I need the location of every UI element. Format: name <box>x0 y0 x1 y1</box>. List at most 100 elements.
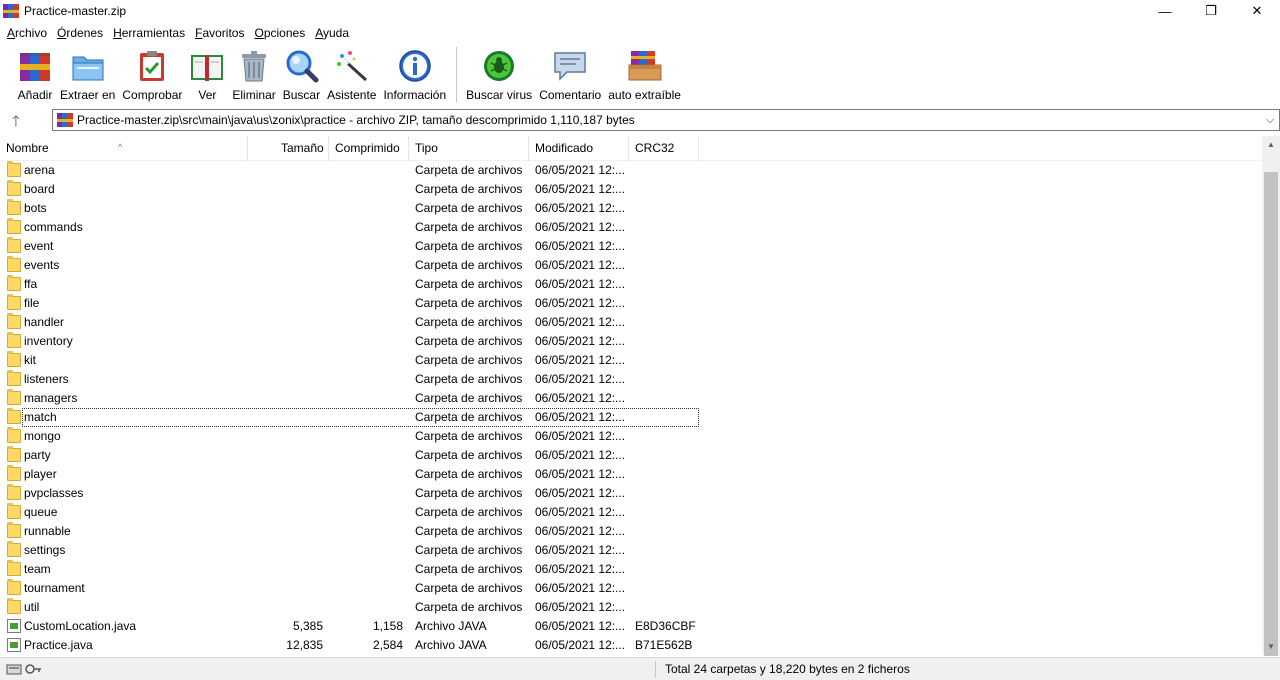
toolbar-button-add-archive[interactable]: Añadir <box>14 44 56 104</box>
folder-row[interactable]: tournament Carpeta de archivos 06/05/2021 … <box>0 579 1262 598</box>
file-size <box>248 275 323 294</box>
folder-row[interactable]: settings Carpeta de archivos 06/05/2021 12… <box>0 541 1262 560</box>
minimize-button[interactable]: — <box>1142 0 1188 22</box>
file-name: settings <box>24 543 66 557</box>
folder-row[interactable]: inventory Carpeta de archivos 06/05/2021 1… <box>0 332 1262 351</box>
folder-row[interactable]: party Carpeta de archivos 06/05/2021 12:..… <box>0 446 1262 465</box>
folder-row[interactable]: util Carpeta de archivos 06/05/2021 12:... <box>0 598 1262 617</box>
menu-herramientas[interactable]: Herramientas <box>108 23 190 43</box>
toolbar-button-info[interactable]: Información <box>380 44 449 104</box>
file-list[interactable]: Nombre ^ Tamaño Comprimido Tipo Modifica… <box>0 136 1262 655</box>
compressed-size <box>328 389 403 408</box>
column-header-compressed[interactable]: Comprimido <box>329 136 409 161</box>
toolbar-button-view-book[interactable]: Ver <box>186 44 228 104</box>
modified-date: 06/05/2021 12:... <box>535 239 626 253</box>
toolbar-button-label: auto extraíble <box>608 88 681 102</box>
folder-row[interactable]: managers Carpeta de archivos 06/05/2021 12… <box>0 389 1262 408</box>
compressed-size <box>328 256 403 275</box>
close-icon: ✕ <box>1251 3 1263 18</box>
file-name: team <box>24 562 51 576</box>
toolbar-button-label: Extraer en <box>60 88 116 102</box>
vertical-scrollbar[interactable]: ▲ ▼ <box>1262 136 1280 656</box>
file-type: Carpeta de archivos <box>415 505 523 519</box>
file-row[interactable]: Practice.java 12,835 2,584 Archivo JAVA 06/0… <box>0 636 1262 655</box>
file-row[interactable]: CustomLocation.java 5,385 1,158 Archivo JAV… <box>0 617 1262 636</box>
file-name: board <box>24 182 55 196</box>
scroll-up-button[interactable]: ▲ <box>1262 136 1280 153</box>
folder-row[interactable]: file Carpeta de archivos 06/05/2021 12:... <box>0 294 1262 313</box>
folder-row[interactable]: listeners Carpeta de archivos 06/05/2021 1… <box>0 370 1262 389</box>
close-button[interactable]: ✕ <box>1234 0 1280 22</box>
column-header-name[interactable]: Nombre ^ <box>0 136 248 161</box>
toolbar-button-comment[interactable]: Comentario <box>536 44 604 104</box>
menu-opciones[interactable]: Opciones <box>249 23 310 43</box>
folder-row[interactable]: commands Carpeta de archivos 06/05/2021 12… <box>0 218 1262 237</box>
folder-row[interactable]: queue Carpeta de archivos 06/05/2021 12:..… <box>0 503 1262 522</box>
column-header-type[interactable]: Tipo <box>409 136 529 161</box>
folder-row[interactable]: board Carpeta de archivos 06/05/2021 12:..… <box>0 180 1262 199</box>
folder-row[interactable]: team Carpeta de archivos 06/05/2021 12:... <box>0 560 1262 579</box>
modified-date: 06/05/2021 12:... <box>535 391 626 405</box>
folder-icon <box>7 389 21 405</box>
folder-row[interactable]: match Carpeta de archivos 06/05/2021 12:..… <box>0 408 1262 427</box>
file-type: Archivo JAVA <box>415 619 487 633</box>
file-name: mongo <box>24 429 61 443</box>
menu-ayuda[interactable]: Ayuda <box>310 23 354 43</box>
folder-row[interactable]: mongo Carpeta de archivos 06/05/2021 12:..… <box>0 427 1262 446</box>
folder-row[interactable]: event Carpeta de archivos 06/05/2021 12:..… <box>0 237 1262 256</box>
folder-row[interactable]: runnable Carpeta de archivos 06/05/2021 12… <box>0 522 1262 541</box>
up-folder-button[interactable]: 🡑 <box>12 111 20 136</box>
folder-row[interactable]: arena Carpeta de archivos 06/05/2021 12:..… <box>0 161 1262 180</box>
folder-icon <box>7 351 21 367</box>
menu-ordenes[interactable]: Órdenes <box>52 23 108 43</box>
column-header-crc32[interactable]: CRC32 <box>629 136 699 161</box>
modified-date: 06/05/2021 12:... <box>535 486 626 500</box>
toolbar-button-label: Comprobar <box>122 88 183 102</box>
scroll-down-button[interactable]: ▼ <box>1262 638 1280 655</box>
toolbar-button-magnifier[interactable]: Buscar <box>280 44 323 104</box>
scroll-thumb[interactable] <box>1264 172 1278 656</box>
file-size <box>248 446 323 465</box>
folder-row[interactable]: player Carpeta de archivos 06/05/2021 12:.… <box>0 465 1262 484</box>
address-dropdown-icon[interactable]: ⌵ <box>1261 114 1279 127</box>
toolbar-button-extract-folder[interactable]: Extraer en <box>57 44 118 104</box>
modified-date: 06/05/2021 12:... <box>535 372 626 386</box>
folder-icon <box>7 199 21 215</box>
folder-icon <box>7 598 21 614</box>
address-bar[interactable]: Practice-master.zip\src\main\java\us\zon… <box>52 109 1280 131</box>
file-name: Practice.java <box>24 638 93 652</box>
column-header-size[interactable]: Tamaño <box>248 136 329 161</box>
toolbar-button-magic-wand[interactable]: Asistente <box>324 44 379 104</box>
maximize-button[interactable]: ❐ <box>1188 0 1234 22</box>
archive-icon <box>57 112 73 128</box>
folder-row[interactable]: events Carpeta de archivos 06/05/2021 12:.… <box>0 256 1262 275</box>
file-size <box>248 579 323 598</box>
modified-date: 06/05/2021 12:... <box>535 334 626 348</box>
toolbar-button-sfx-box[interactable]: auto extraíble <box>605 44 684 104</box>
compressed-size <box>328 313 403 332</box>
folder-row[interactable]: ffa Carpeta de archivos 06/05/2021 12:... <box>0 275 1262 294</box>
folder-row[interactable]: bots Carpeta de archivos 06/05/2021 12:... <box>0 199 1262 218</box>
toolbar-button-label: Información <box>383 88 447 102</box>
file-type: Carpeta de archivos <box>415 486 523 500</box>
compressed-size <box>328 560 403 579</box>
folder-icon <box>7 332 21 348</box>
folder-row[interactable]: kit Carpeta de archivos 06/05/2021 12:... <box>0 351 1262 370</box>
menu-favoritos[interactable]: Favoritos <box>190 23 249 43</box>
folder-row[interactable]: handler Carpeta de archivos 06/05/2021 12:… <box>0 313 1262 332</box>
address-path: Practice-master.zip\src\main\java\us\zon… <box>77 113 635 127</box>
crc32-value <box>635 503 697 522</box>
file-name: CustomLocation.java <box>24 619 137 633</box>
modified-date: 06/05/2021 12:... <box>535 296 626 310</box>
file-type: Carpeta de archivos <box>415 201 523 215</box>
toolbar-button-test-clipboard[interactable]: Comprobar <box>119 44 185 104</box>
file-name: party <box>24 448 51 462</box>
folder-row[interactable]: pvpclasses Carpeta de archivos 06/05/2021 … <box>0 484 1262 503</box>
info-icon <box>397 48 433 84</box>
column-header-modified[interactable]: Modificado <box>529 136 629 161</box>
modified-date: 06/05/2021 12:... <box>535 543 626 557</box>
menu-archivo[interactable]: Archivo <box>2 23 52 43</box>
folder-icon <box>7 161 21 177</box>
toolbar-button-trash-can[interactable]: Eliminar <box>229 44 278 104</box>
toolbar-button-virus-scan[interactable]: Buscar virus <box>463 44 535 104</box>
